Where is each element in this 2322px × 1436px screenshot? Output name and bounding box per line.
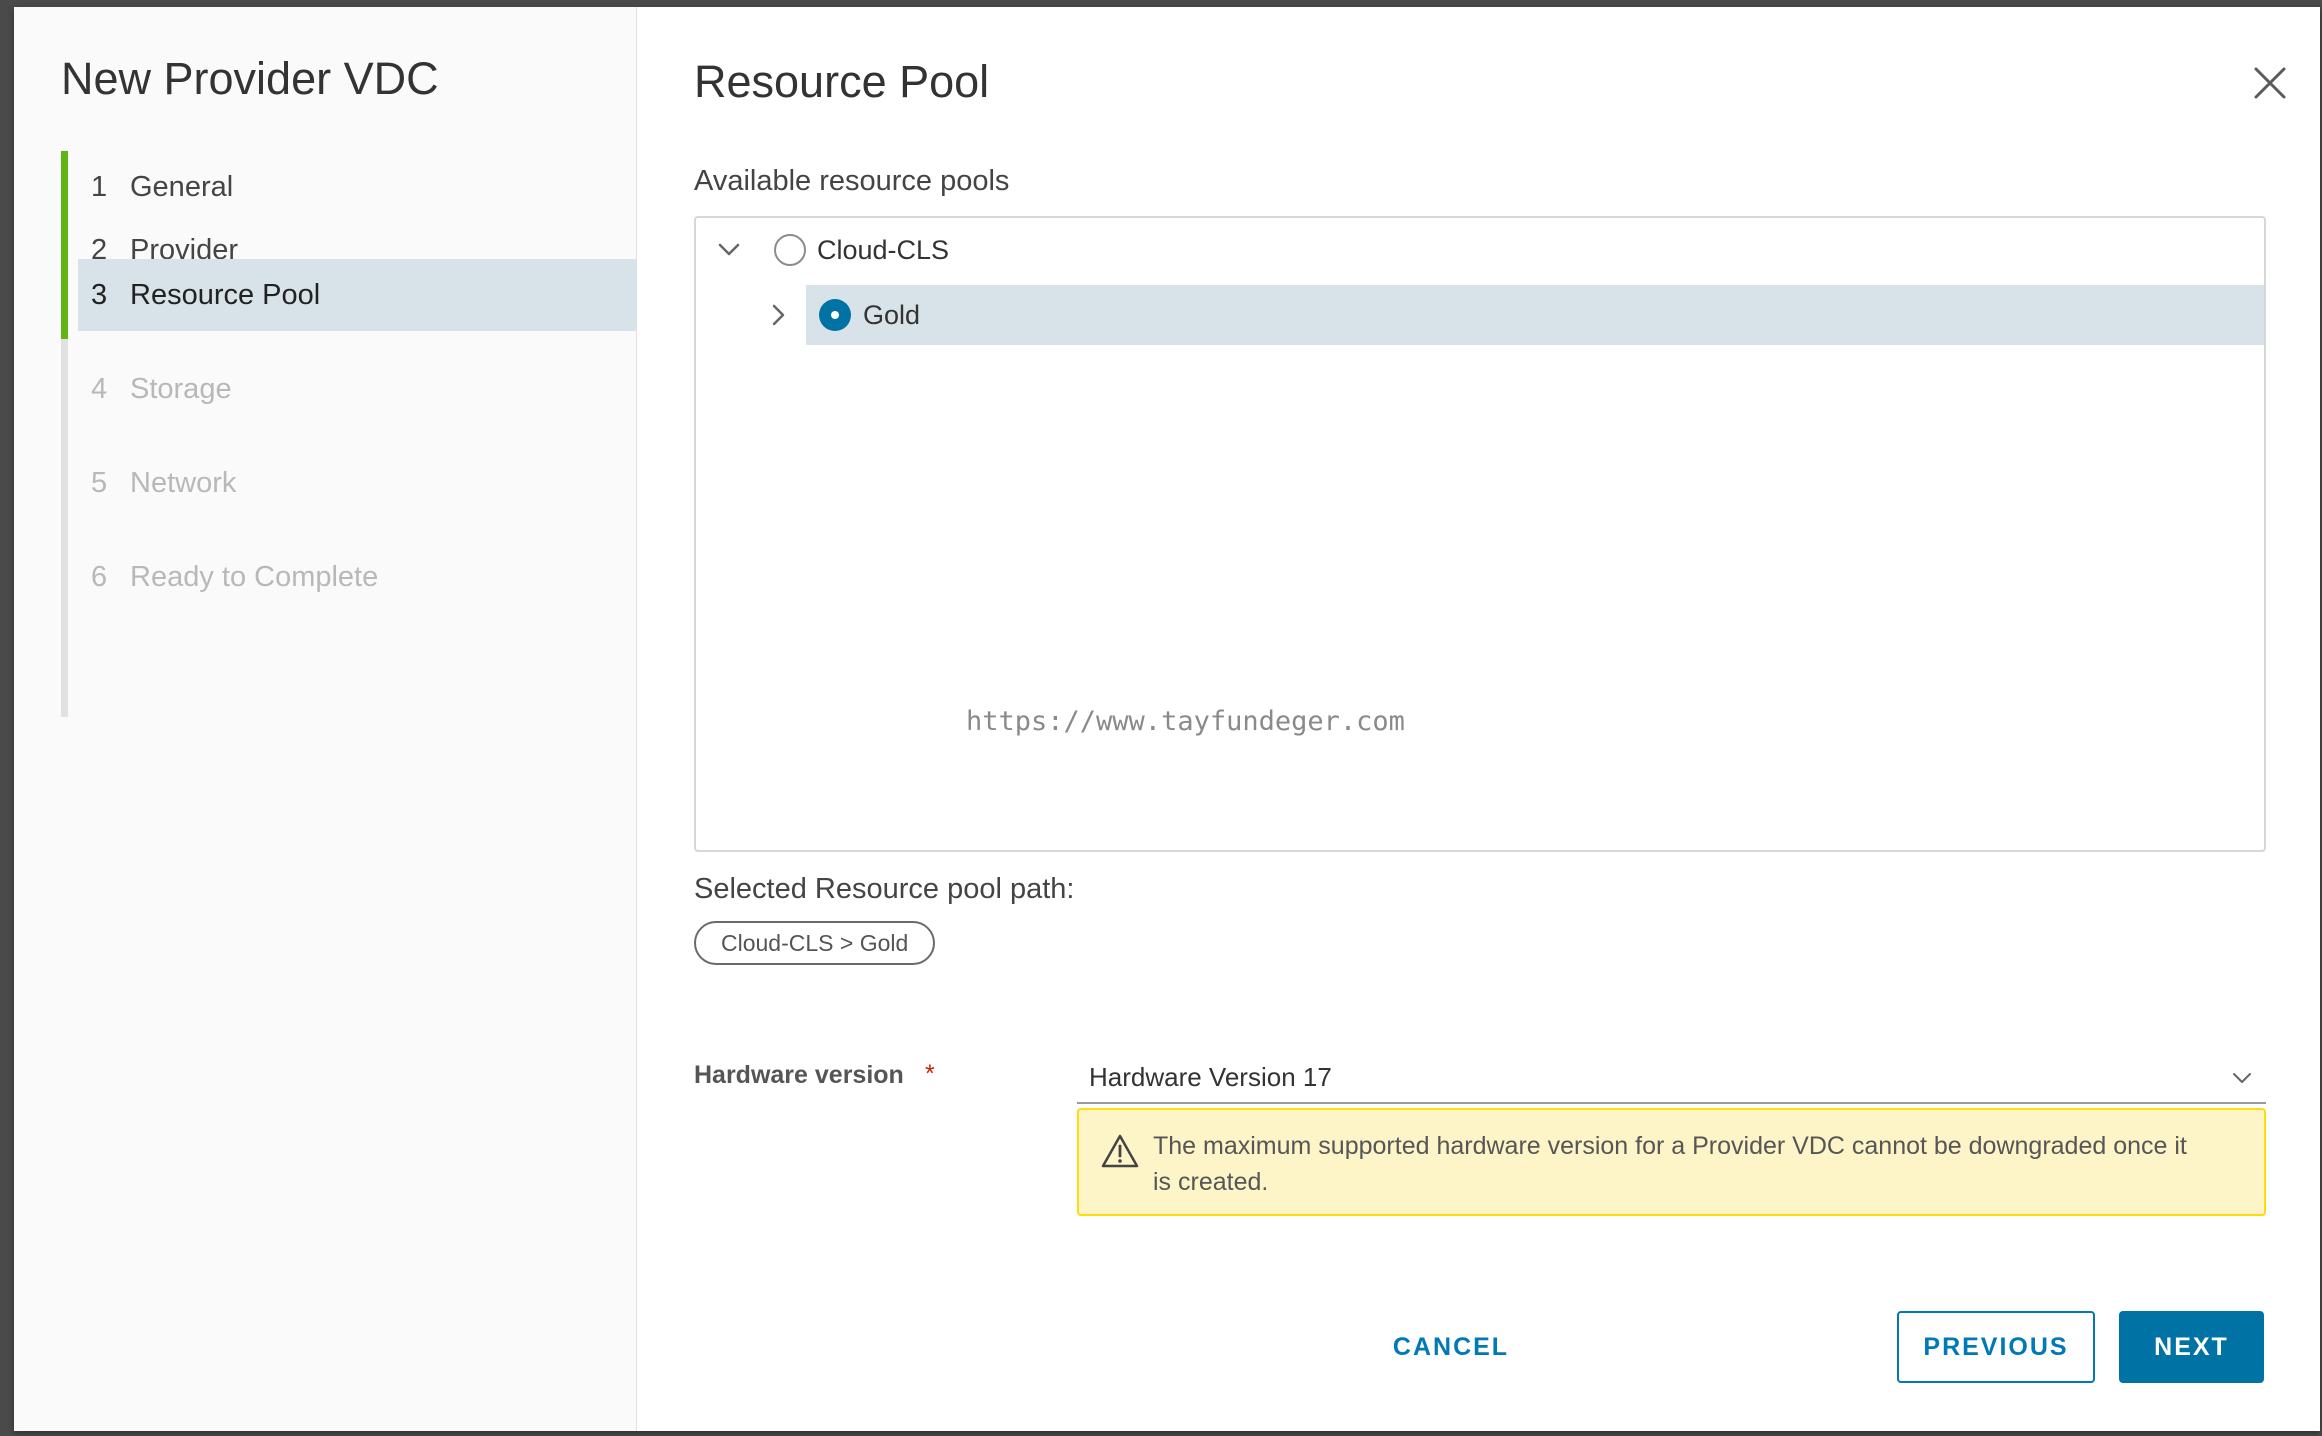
step-label: Network — [130, 466, 237, 499]
next-button[interactable]: NEXT — [2119, 1311, 2264, 1383]
step-resource-pool[interactable]: 3 Resource Pool — [78, 259, 637, 331]
warning-alert: The maximum supported hardware version f… — [1077, 1108, 2266, 1216]
wizard-steps: 1 General 2 Provider 3 Resource Pool 4 S… — [61, 151, 637, 717]
step-label: General — [130, 170, 234, 203]
cancel-button[interactable]: CANCEL — [1371, 1311, 1531, 1383]
step-label: Storage — [130, 372, 232, 405]
completed-steps-bar — [61, 151, 68, 339]
hardware-version-value: Hardware Version 17 — [1089, 1062, 1332, 1092]
available-resource-pools-label: Available resource pools — [694, 165, 1010, 197]
wizard-sidebar: New Provider VDC 1 General 2 Provider 3 … — [14, 7, 637, 1431]
watermark-url: https://www.tayfundeger.com — [966, 706, 1405, 737]
step-number: 6 — [91, 560, 108, 593]
step-number: 1 — [91, 170, 108, 203]
wizard-title: New Provider VDC — [61, 53, 439, 104]
step-ready-to-complete: 6 Ready to Complete — [78, 541, 637, 613]
step-label: Resource Pool — [130, 278, 321, 311]
step-number: 3 — [91, 278, 108, 311]
step-storage: 4 Storage — [78, 353, 637, 425]
step-general[interactable]: 1 General — [78, 151, 637, 223]
new-provider-vdc-dialog: New Provider VDC 1 General 2 Provider 3 … — [14, 7, 2320, 1431]
tree-label-gold: Gold — [863, 299, 921, 330]
step-label: Ready to Complete — [130, 560, 379, 593]
wizard-content: Resource Pool Available resource pools C… — [637, 7, 2320, 1431]
chevron-right-icon[interactable] — [763, 300, 793, 330]
selected-path-chip: Cloud-CLS > Gold — [694, 921, 936, 965]
tree-node-gold[interactable]: Gold — [772, 285, 2264, 345]
required-indicator: * — [925, 1060, 935, 1088]
radio-gold[interactable] — [819, 299, 851, 331]
close-icon[interactable] — [2250, 63, 2290, 103]
hardware-version-select[interactable]: Hardware Version 17 — [1077, 1052, 2266, 1104]
warning-text: The maximum supported hardware version f… — [1153, 1132, 2187, 1196]
previous-button[interactable]: PREVIOUS — [1897, 1311, 2095, 1383]
hardware-version-label: Hardware version — [694, 1061, 904, 1089]
warning-icon — [1101, 1134, 1139, 1168]
step-number: 4 — [91, 372, 108, 405]
selected-path-label: Selected Resource pool path: — [694, 873, 1075, 905]
chevron-down-icon[interactable] — [714, 235, 744, 265]
step-network: 5 Network — [78, 447, 637, 519]
tree-label-cloud-cls: Cloud-CLS — [817, 234, 950, 265]
radio-cloud-cls[interactable] — [774, 234, 806, 266]
tree-node-cloud-cls[interactable]: Cloud-CLS — [696, 220, 2264, 280]
chevron-down-icon — [2233, 1073, 2251, 1083]
page-title: Resource Pool — [694, 56, 990, 107]
resource-pool-tree: Cloud-CLS Gold https://www.tayfundeger.c… — [694, 216, 2266, 852]
step-number: 5 — [91, 466, 108, 499]
